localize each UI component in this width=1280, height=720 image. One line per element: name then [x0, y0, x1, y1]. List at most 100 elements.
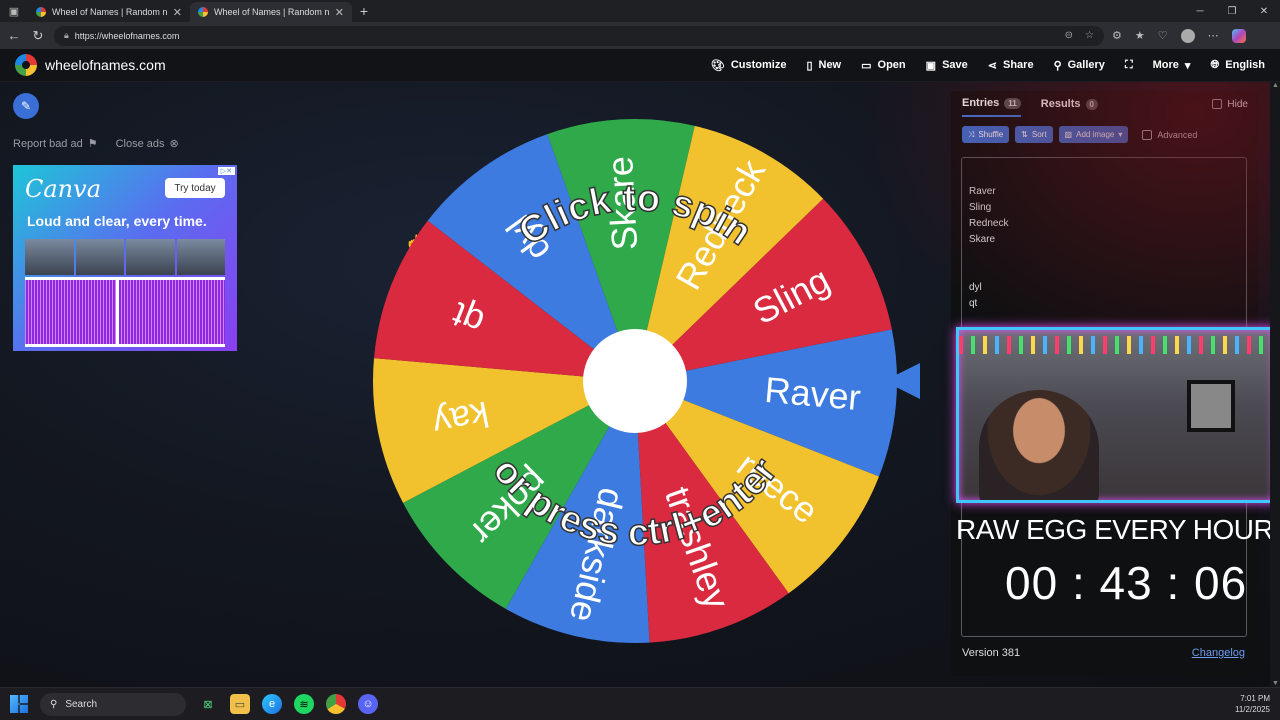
extension-icons: ⚙ ★ ♡ ⋯ [1112, 28, 1246, 43]
pencil-icon: ✎ [20, 99, 32, 113]
add-image-button[interactable]: ▨ Add image ▾ [1058, 126, 1129, 143]
report-bad-ad-link[interactable]: Report bad ad ⚑ [13, 137, 98, 151]
site-name[interactable]: wheelofnames.com [45, 57, 166, 73]
stream-title: RAW EGG EVERY HOUR [956, 514, 1274, 545]
more-options-icon[interactable]: ⋯ [1208, 29, 1219, 42]
hide-checkbox[interactable] [1212, 99, 1223, 109]
stream-timer: 00 : 43 : 06 [1005, 557, 1248, 609]
try-today-button[interactable]: Try today [165, 178, 225, 198]
shuffle-button[interactable]: ⤨ Shuffle [962, 126, 1010, 143]
sort-button[interactable]: ⇅ Sort [1015, 126, 1053, 143]
more-button[interactable]: More ▾ [1153, 59, 1191, 72]
close-tab-icon[interactable]: ✕ [335, 6, 344, 19]
taskbar-search-label: Search [65, 698, 98, 710]
favorite-star-icon[interactable]: ☆ [1085, 30, 1094, 41]
new-label: New [818, 59, 842, 71]
shuffle-label: Shuffle [978, 130, 1004, 139]
file-explorer-icon[interactable]: ▭ [230, 694, 250, 714]
tab-title: Wheel of Names | Random name [214, 7, 329, 17]
changelog-link[interactable]: Changelog [1192, 647, 1245, 659]
page-scrollbar[interactable]: ▲ ▼ [1270, 82, 1280, 687]
entry-line: Skare [969, 234, 996, 245]
tab-title: Wheel of Names | Random name [52, 7, 167, 17]
browser-tab-2[interactable]: Wheel of Names | Random name ✕ [190, 2, 352, 22]
profile-avatar[interactable] [1180, 28, 1195, 43]
save-label: Save [942, 59, 968, 71]
advanced-label: Advanced [1157, 129, 1198, 140]
close-tab-icon[interactable]: ✕ [173, 6, 182, 19]
collections-icon[interactable]: ♡ [1158, 29, 1168, 42]
copilot-icon[interactable] [1231, 28, 1246, 43]
new-button[interactable]: ▯ New [806, 59, 841, 72]
scroll-down-icon[interactable]: ▼ [1272, 680, 1279, 687]
tab-results[interactable]: Results 0 [1041, 91, 1098, 117]
chrome-icon[interactable] [326, 694, 346, 714]
close-ads-label: Close ads [115, 137, 165, 150]
system-clock[interactable]: 7:01 PM 11/2/2025 [1235, 693, 1270, 715]
hide-toggle[interactable]: Hide [1212, 99, 1248, 110]
address-bar[interactable]: 🔒︎ https://wheelofnames.com ⊝ ☆ [54, 25, 1104, 46]
close-circle-icon: ⊗ [169, 138, 179, 150]
url-text: https://wheelofnames.com [74, 30, 180, 41]
entries-tab-label: Entries [962, 97, 1000, 109]
back-icon[interactable]: ← [6, 28, 22, 43]
chevron-down-icon: ▾ [1184, 59, 1191, 72]
share-button[interactable]: ⋖ Share [988, 59, 1034, 72]
palette-icon: 🎨︎ [710, 59, 725, 72]
reader-icon[interactable]: ⊝ [1065, 30, 1073, 41]
edit-pencil-button[interactable]: ✎ [13, 93, 39, 119]
taskbar-search[interactable]: ⚲ Search [40, 692, 186, 716]
report-label: Report bad ad [13, 137, 83, 150]
minimize-icon[interactable]: ─ [1184, 6, 1216, 17]
ad-choices-icon[interactable]: ▷✕ [217, 167, 235, 175]
wheel-favicon-icon [198, 7, 208, 17]
refresh-icon[interactable]: ↻ [30, 28, 46, 44]
open-button[interactable]: ▭ Open [861, 59, 906, 72]
fullscreen-button[interactable]: ⛶ [1125, 59, 1133, 72]
xbox-icon[interactable]: ⊠ [198, 694, 218, 714]
advanced-toggle[interactable]: Advanced [1142, 129, 1198, 140]
canva-advertisement[interactable]: Canva Try today ▷✕ Loud and clear, every… [13, 165, 237, 351]
wheel-svg[interactable]: Raverreecetrashleydarksidepokerkayqtdyl S… [370, 116, 900, 646]
new-tab-button[interactable]: + [352, 3, 376, 19]
extensions-icon[interactable]: ⚙ [1112, 29, 1122, 42]
customize-button[interactable]: 🎨︎ Customize [711, 59, 787, 72]
ad-waveform-image [25, 277, 225, 347]
discord-icon[interactable]: ☺ [358, 694, 378, 714]
tab-entries[interactable]: Entries 11 [962, 91, 1021, 117]
window-menu-icon[interactable]: ▣ [0, 0, 28, 22]
wheel-slice-label: Raver [763, 369, 862, 418]
flag-icon: ⚑ [87, 138, 98, 150]
share-icon: ⋖ [987, 59, 997, 72]
wheel-favicon-icon [36, 7, 46, 17]
entry-line: Sling [969, 202, 992, 213]
ad-video-thumbnails [25, 239, 225, 275]
edge-icon[interactable]: e [262, 694, 282, 714]
language-button[interactable]: 🌐︎ English [1210, 59, 1265, 72]
close-window-icon[interactable]: ✕ [1248, 6, 1280, 17]
advanced-checkbox[interactable] [1142, 129, 1153, 140]
start-icon[interactable] [10, 695, 28, 713]
site-logo-icon[interactable] [15, 54, 37, 76]
clock-time: 7:01 PM [1240, 694, 1270, 703]
browser-tab-1[interactable]: Wheel of Names | Random name ✕ [28, 2, 190, 22]
spotify-icon[interactable]: ≋ [294, 694, 314, 714]
file-icon: ▯ [806, 59, 813, 72]
sort-icon: ⇅ [1021, 130, 1028, 139]
globe-icon: 🌐︎ [1210, 58, 1220, 71]
windows-taskbar: ⚲ Search ⊠ ▭ e ≋ ☺ 7:01 PM 11/2/2025 [0, 687, 1280, 720]
close-ads-link[interactable]: Close ads ⊗ [115, 137, 179, 151]
streamer-webcam [979, 390, 1099, 500]
customize-label: Customize [730, 59, 787, 71]
hide-label: Hide [1227, 98, 1248, 110]
save-button[interactable]: ▣ Save [926, 59, 968, 72]
results-tab-label: Results [1040, 98, 1081, 110]
chevron-down-icon: ▾ [1118, 130, 1123, 139]
gallery-button[interactable]: ⚲ Gallery [1054, 59, 1105, 72]
scroll-up-icon[interactable]: ▲ [1272, 82, 1279, 89]
maximize-icon[interactable]: ❐ [1216, 6, 1248, 17]
favorites-icon[interactable]: ★ [1135, 29, 1145, 42]
entries-count-badge: 11 [1004, 97, 1021, 109]
wheel-center-hub[interactable] [583, 329, 687, 433]
spin-wheel[interactable]: Raver reece trashley darkside poker kay qt dyl S… [370, 116, 900, 646]
